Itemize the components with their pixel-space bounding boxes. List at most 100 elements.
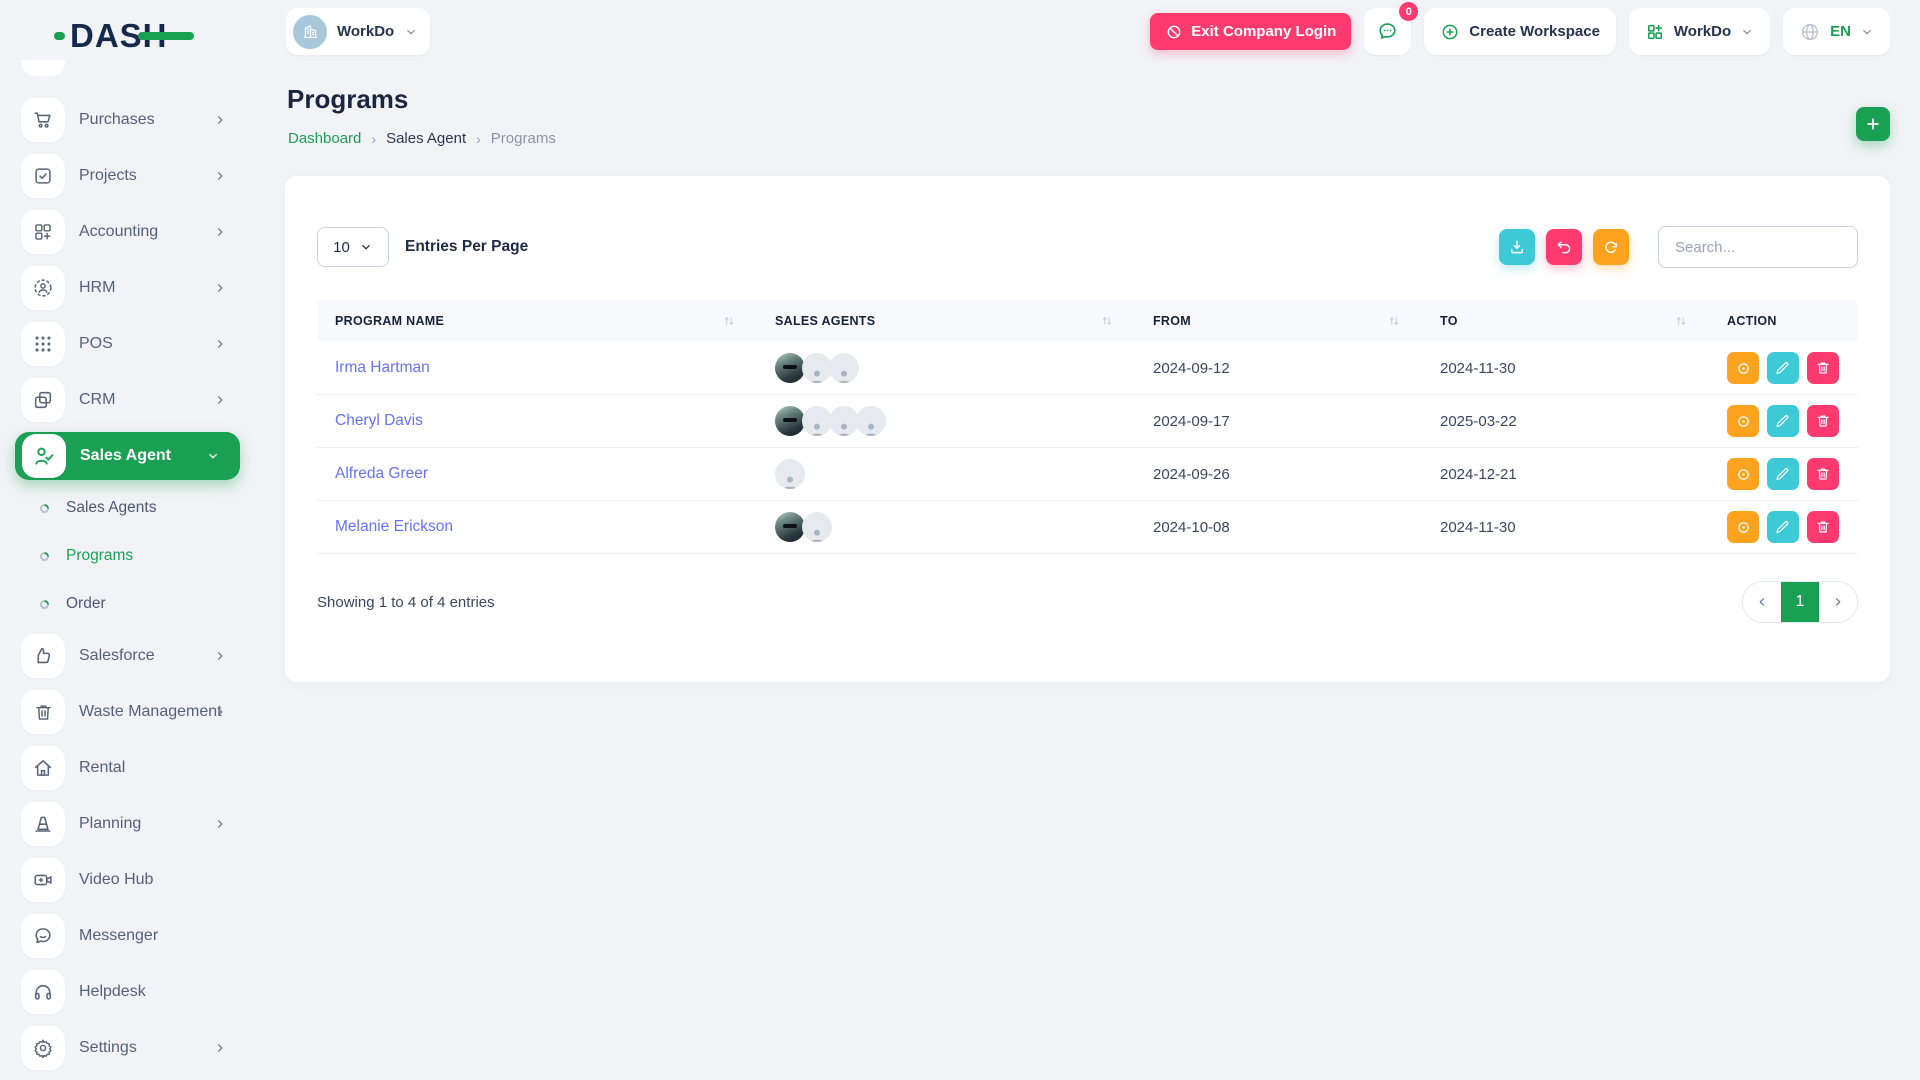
sidebar-subitem-programs[interactable]: Programs bbox=[0, 532, 255, 580]
globe-icon bbox=[1799, 21, 1821, 43]
from-date: 2024-09-12 bbox=[1135, 360, 1422, 377]
edit-button[interactable] bbox=[1767, 511, 1799, 543]
column-label: TO bbox=[1440, 314, 1458, 328]
program-name-cell: Cheryl Davis bbox=[317, 412, 757, 430]
export-button[interactable] bbox=[1499, 229, 1535, 265]
sidebar-icon-box bbox=[21, 634, 65, 678]
to-date: 2024-12-21 bbox=[1422, 466, 1709, 483]
edit-button[interactable] bbox=[1767, 458, 1799, 490]
sidebar-subitem-sales-agents[interactable]: Sales Agents bbox=[0, 484, 255, 532]
sidebar-item-helpdesk[interactable]: Helpdesk bbox=[0, 964, 255, 1020]
pagination-prev-button[interactable] bbox=[1743, 582, 1781, 622]
sidebar-item-accounting[interactable]: Accounting bbox=[0, 204, 255, 260]
sidebar: PurchasesProjectsAccountingHRMPOSCRMSale… bbox=[0, 92, 255, 1076]
sidebar-icon-box bbox=[21, 690, 65, 734]
to-date: 2024-11-30 bbox=[1422, 519, 1709, 536]
sidebar-item-label: Helpdesk bbox=[79, 983, 146, 1001]
program-name-link[interactable]: Cheryl Davis bbox=[335, 412, 423, 429]
program-name-link[interactable]: Alfreda Greer bbox=[335, 465, 428, 482]
sidebar-item-waste-management[interactable]: Waste Management bbox=[0, 684, 255, 740]
create-workspace-button[interactable]: Create Workspace bbox=[1424, 8, 1616, 55]
column-header-from[interactable]: FROM bbox=[1135, 314, 1422, 328]
agent-placeholder-avatar bbox=[802, 353, 832, 383]
column-label: SALES AGENTS bbox=[775, 314, 875, 328]
sidebar-item-salesforce[interactable]: Salesforce bbox=[0, 628, 255, 684]
view-button[interactable] bbox=[1727, 511, 1759, 543]
app-switcher-button[interactable]: WorkDo bbox=[1629, 8, 1770, 55]
view-button[interactable] bbox=[1727, 405, 1759, 437]
chevron-down-icon bbox=[206, 449, 220, 463]
building-avatar-icon bbox=[301, 22, 320, 41]
chevron-right-icon bbox=[213, 705, 227, 719]
breadcrumb-dashboard-link[interactable]: Dashboard bbox=[288, 130, 361, 147]
column-header-to[interactable]: TO bbox=[1422, 314, 1709, 328]
column-header-program-name[interactable]: PROGRAM NAME bbox=[317, 314, 757, 328]
plus-icon bbox=[1864, 115, 1882, 133]
pagination-next-button[interactable] bbox=[1819, 582, 1857, 622]
action-cell bbox=[1709, 352, 1858, 384]
app-switcher-label: WorkDo bbox=[1674, 23, 1731, 40]
partial-sidebar-icon bbox=[21, 60, 65, 76]
sidebar-item-pos[interactable]: POS bbox=[0, 316, 255, 372]
sidebar-subitem-order[interactable]: Order bbox=[0, 580, 255, 628]
entries-per-page-select[interactable]: 10 bbox=[317, 227, 389, 267]
messages-button[interactable]: 0 bbox=[1364, 8, 1411, 55]
agent-placeholder-avatar bbox=[856, 406, 886, 436]
eye-icon bbox=[1735, 360, 1752, 377]
sidebar-item-messenger[interactable]: Messenger bbox=[0, 908, 255, 964]
add-program-button[interactable] bbox=[1856, 107, 1890, 141]
language-selector[interactable]: EN bbox=[1783, 8, 1890, 55]
entries-per-page-value: 10 bbox=[333, 239, 350, 256]
chevron-right-icon bbox=[213, 169, 227, 183]
entries-per-page-label: Entries Per Page bbox=[405, 238, 528, 256]
sidebar-item-video-hub[interactable]: Video Hub bbox=[0, 852, 255, 908]
reset-button[interactable] bbox=[1546, 229, 1582, 265]
sidebar-item-purchases[interactable]: Purchases bbox=[0, 92, 255, 148]
sidebar-icon-box bbox=[21, 322, 65, 366]
program-name-cell: Melanie Erickson bbox=[317, 518, 757, 536]
chat-icon bbox=[32, 925, 54, 947]
eye-icon bbox=[1735, 413, 1752, 430]
pagination-page-1[interactable]: 1 bbox=[1781, 582, 1819, 622]
agent-placeholder-avatar bbox=[829, 353, 859, 383]
chevron-down-icon bbox=[359, 240, 373, 254]
sidebar-item-planning[interactable]: Planning bbox=[0, 796, 255, 852]
program-name-link[interactable]: Melanie Erickson bbox=[335, 518, 453, 535]
sidebar-icon-box bbox=[21, 210, 65, 254]
app-logo[interactable]: DASH bbox=[70, 17, 168, 55]
workspace-selector[interactable]: WorkDo bbox=[286, 8, 430, 55]
chevron-right-icon bbox=[213, 113, 227, 127]
program-name-link[interactable]: Irma Hartman bbox=[335, 359, 430, 376]
view-button[interactable] bbox=[1727, 458, 1759, 490]
search-input[interactable] bbox=[1658, 226, 1858, 268]
delete-button[interactable] bbox=[1807, 405, 1839, 437]
sidebar-item-rental[interactable]: Rental bbox=[0, 740, 255, 796]
sidebar-item-crm[interactable]: CRM bbox=[0, 372, 255, 428]
sidebar-item-settings[interactable]: Settings bbox=[0, 1020, 255, 1076]
agents-avatars bbox=[775, 512, 1135, 542]
view-button[interactable] bbox=[1727, 352, 1759, 384]
sidebar-item-label: Accounting bbox=[79, 223, 158, 241]
delete-button[interactable] bbox=[1807, 352, 1839, 384]
bullet-icon bbox=[38, 550, 51, 563]
column-header-sales-agents[interactable]: SALES AGENTS bbox=[757, 314, 1135, 328]
sidebar-item-label: Planning bbox=[79, 815, 141, 833]
sidebar-item-projects[interactable]: Projects bbox=[0, 148, 255, 204]
breadcrumb-sales-agent-link[interactable]: Sales Agent bbox=[386, 130, 466, 147]
edit-button[interactable] bbox=[1767, 352, 1799, 384]
sidebar-icon-box bbox=[21, 914, 65, 958]
cone-icon bbox=[32, 813, 54, 835]
agent-placeholder-avatar bbox=[802, 406, 832, 436]
sidebar-item-hrm[interactable]: HRM bbox=[0, 260, 255, 316]
delete-button[interactable] bbox=[1807, 511, 1839, 543]
sidebar-item-label: Purchases bbox=[79, 111, 155, 129]
refresh-button[interactable] bbox=[1593, 229, 1629, 265]
sidebar-item-label: Messenger bbox=[79, 927, 158, 945]
sidebar-item-sales-agent[interactable]: Sales Agent bbox=[15, 432, 240, 480]
delete-button[interactable] bbox=[1807, 458, 1839, 490]
edit-button[interactable] bbox=[1767, 405, 1799, 437]
exit-company-login-button[interactable]: Exit Company Login bbox=[1150, 13, 1351, 50]
program-name-cell: Irma Hartman bbox=[317, 359, 757, 377]
person-placeholder-icon bbox=[834, 366, 854, 383]
undo-icon bbox=[1555, 238, 1573, 256]
